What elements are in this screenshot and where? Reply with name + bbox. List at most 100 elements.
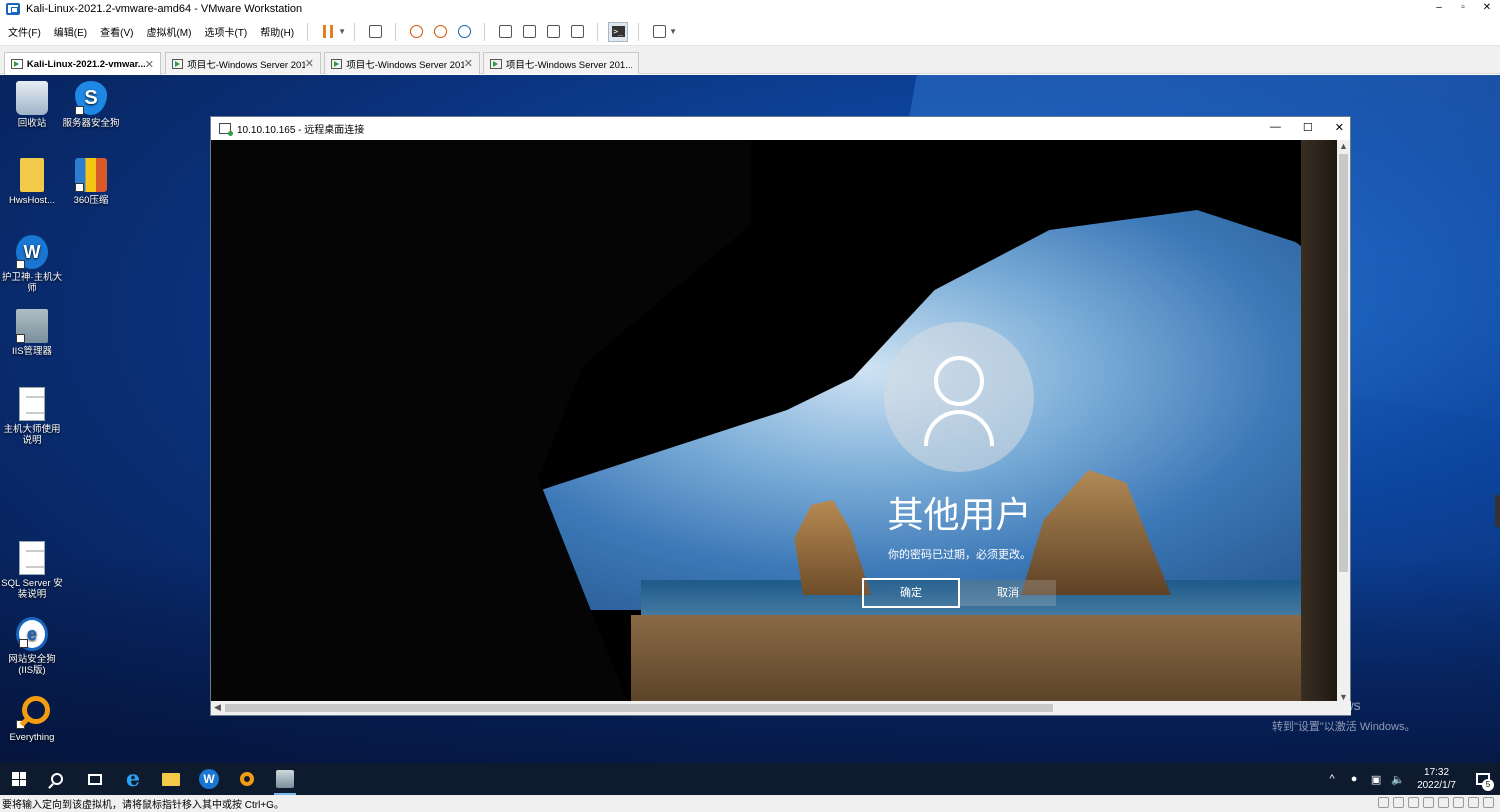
rdp-minimize-button[interactable]: — (1270, 121, 1281, 134)
snapshot-manager-button[interactable] (454, 22, 474, 42)
thumbnail-icon (522, 25, 536, 38)
desktop-icon-label: 回收站 (17, 118, 47, 129)
desktop-icon-recycle-bin[interactable]: 回收站 (1, 81, 63, 129)
full-screen-icon (546, 25, 560, 38)
everything-search-icon (16, 695, 50, 729)
snapshot-button[interactable] (406, 22, 426, 42)
rdp-horizontal-scrollbar[interactable]: ◀ (211, 701, 1351, 715)
unity-button[interactable] (567, 22, 587, 42)
minimize-button[interactable]: – (1432, 2, 1446, 13)
iis-manager-icon (16, 309, 48, 343)
display-icon[interactable] (1468, 797, 1479, 808)
hard-disk-icon[interactable] (1378, 797, 1389, 808)
360zip-icon (75, 158, 107, 192)
full-screen-button[interactable] (543, 22, 563, 42)
pause-dropdown-icon[interactable]: ▼ (338, 27, 346, 36)
menu-toolbar: 文件(F) 编辑(E) 查看(V) 虚拟机(M) 选项卡(T) 帮助(H) ▼ … (0, 18, 1500, 46)
desktop-icon-iis-manager[interactable]: IIS管理器 (1, 309, 63, 357)
taskbar-everything[interactable] (228, 763, 266, 795)
menu-tabs[interactable]: 选项卡(T) (199, 24, 252, 39)
show-thumbnail-button[interactable] (519, 22, 539, 42)
rdp-window-title: 10.10.10.165 - 远程桌面连接 (237, 125, 365, 136)
menu-edit[interactable]: 编辑(E) (49, 24, 92, 39)
scroll-left-icon[interactable]: ◀ (214, 702, 221, 713)
tab-kali-linux[interactable]: Kali-Linux-2021.2-vmwar... ✕ (4, 52, 161, 75)
password-expired-message: 你的密码已过期，必须更改。 (888, 548, 1031, 561)
console-view-button[interactable]: >_ (608, 21, 629, 42)
cancel-button[interactable]: 取消 (960, 580, 1056, 606)
stretch-guest-button[interactable] (649, 22, 669, 42)
maximize-button[interactable]: ▫ (1456, 2, 1470, 13)
tab-windows-server-1[interactable]: 项目七-Windows Server 201... ✕ (165, 52, 321, 74)
menu-view[interactable]: 查看(V) (95, 24, 138, 39)
remote-screen[interactable]: 其他用户 你的密码已过期，必须更改。 确定 取消 (211, 140, 1338, 703)
show-hidden-icons-chevron-icon[interactable]: ^ (1324, 771, 1340, 787)
taskbar-search-button[interactable] (38, 763, 76, 795)
network-icon[interactable]: ▣ (1368, 771, 1384, 787)
tab-windows-server-3[interactable]: 项目七-Windows Server 201... (483, 52, 639, 74)
send-ctrl-alt-del-button[interactable] (365, 22, 385, 42)
tab-windows-server-2[interactable]: 项目七-Windows Server 201... ✕ (324, 52, 480, 74)
taskbar-clock[interactable]: 17:32 2022/1/7 (1417, 766, 1456, 792)
usb-icon[interactable] (1423, 797, 1434, 808)
tab-close-icon[interactable]: ✕ (464, 57, 473, 70)
volume-icon[interactable]: 🔈 (1390, 771, 1406, 787)
revert-snapshot-button[interactable] (430, 22, 450, 42)
printer-icon[interactable] (1453, 797, 1464, 808)
huweishen-icon: W (16, 235, 48, 269)
snapshot-manager-icon (457, 25, 471, 38)
rdp-title-bar: 10.10.10.165 - 远程桌面连接 — ☐ ✕ (211, 117, 1350, 140)
start-button[interactable] (0, 763, 38, 795)
sound-card-icon[interactable] (1438, 797, 1449, 808)
rdp-close-button[interactable]: ✕ (1335, 121, 1344, 134)
ok-button[interactable]: 确定 (862, 578, 960, 608)
tab-label: 项目七-Windows Server 201... (505, 59, 632, 71)
window-resize-grip[interactable] (1495, 495, 1500, 527)
stretch-dropdown-icon[interactable]: ▼ (669, 27, 677, 36)
desktop-icon-host-guide[interactable]: 主机大师使用说明 (1, 387, 63, 446)
rdp-maximize-button[interactable]: ☐ (1303, 121, 1313, 134)
shortcut-arrow-icon (16, 720, 25, 729)
tab-close-icon[interactable]: ✕ (305, 57, 314, 70)
desktop-icon-huweishen[interactable]: W 护卫神·主机大师 (1, 235, 63, 294)
close-button[interactable]: ✕ (1480, 2, 1494, 13)
task-view-icon (88, 773, 102, 785)
vm-running-icon (490, 58, 502, 69)
desktop-icon-safedog[interactable]: S 服务器安全狗 (60, 81, 122, 129)
window-controls: – ▫ ✕ (1432, 2, 1494, 13)
tab-label: 项目七-Windows Server 201... (346, 59, 464, 71)
desktop-icon-hwshost[interactable]: HwsHost... (1, 158, 63, 206)
taskbar-huweishen[interactable]: W (190, 763, 228, 795)
guest-taskbar: e W ^ ● ▣ 🔈 17:32 2022/1/7 5 (0, 763, 1500, 795)
tab-close-icon[interactable]: ✕ (145, 58, 154, 71)
pause-button[interactable] (318, 22, 338, 42)
taskbar-internet-explorer[interactable]: e (114, 763, 152, 795)
revert-snapshot-icon (433, 25, 447, 38)
tab-label: Kali-Linux-2021.2-vmwar... (26, 58, 145, 70)
taskbar-remote-desktop[interactable] (266, 763, 304, 795)
rdp-vertical-scrollbar[interactable]: ▲ ▼ (1337, 140, 1350, 703)
task-view-button[interactable] (76, 763, 114, 795)
scrollbar-thumb[interactable] (1339, 154, 1348, 572)
show-library-button[interactable] (495, 22, 515, 42)
menu-help[interactable]: 帮助(H) (255, 24, 299, 39)
scroll-up-icon[interactable]: ▲ (1339, 141, 1348, 151)
desktop-icon-360zip[interactable]: 360压缩 (60, 158, 122, 206)
cd-rom-icon[interactable] (1393, 797, 1404, 808)
desktop-icon-website-safedog[interactable]: e 网站安全狗(IIS版) (1, 617, 63, 676)
safedog-tray-icon[interactable]: ● (1346, 771, 1362, 787)
scrollbar-thumb[interactable] (225, 704, 1053, 712)
taskbar-file-explorer[interactable] (152, 763, 190, 795)
network-adapter-icon[interactable] (1408, 797, 1419, 808)
toolbar-separator (307, 22, 309, 41)
avatar-body (924, 410, 994, 446)
desktop-icon-everything[interactable]: Everything (1, 695, 63, 743)
vmware-title-bar: Kali-Linux-2021.2-vmware-amd64 - VMware … (0, 0, 1500, 18)
desktop-icon-label: SQL Server 安装说明 (1, 578, 63, 600)
desktop-icon-sql-guide[interactable]: SQL Server 安装说明 (1, 541, 63, 600)
action-center-button[interactable]: 5 (1466, 763, 1500, 795)
menu-file[interactable]: 文件(F) (3, 24, 46, 39)
menu-vm[interactable]: 虚拟机(M) (141, 24, 196, 39)
message-log-icon[interactable] (1483, 797, 1494, 808)
remote-desktop-icon (276, 770, 294, 788)
